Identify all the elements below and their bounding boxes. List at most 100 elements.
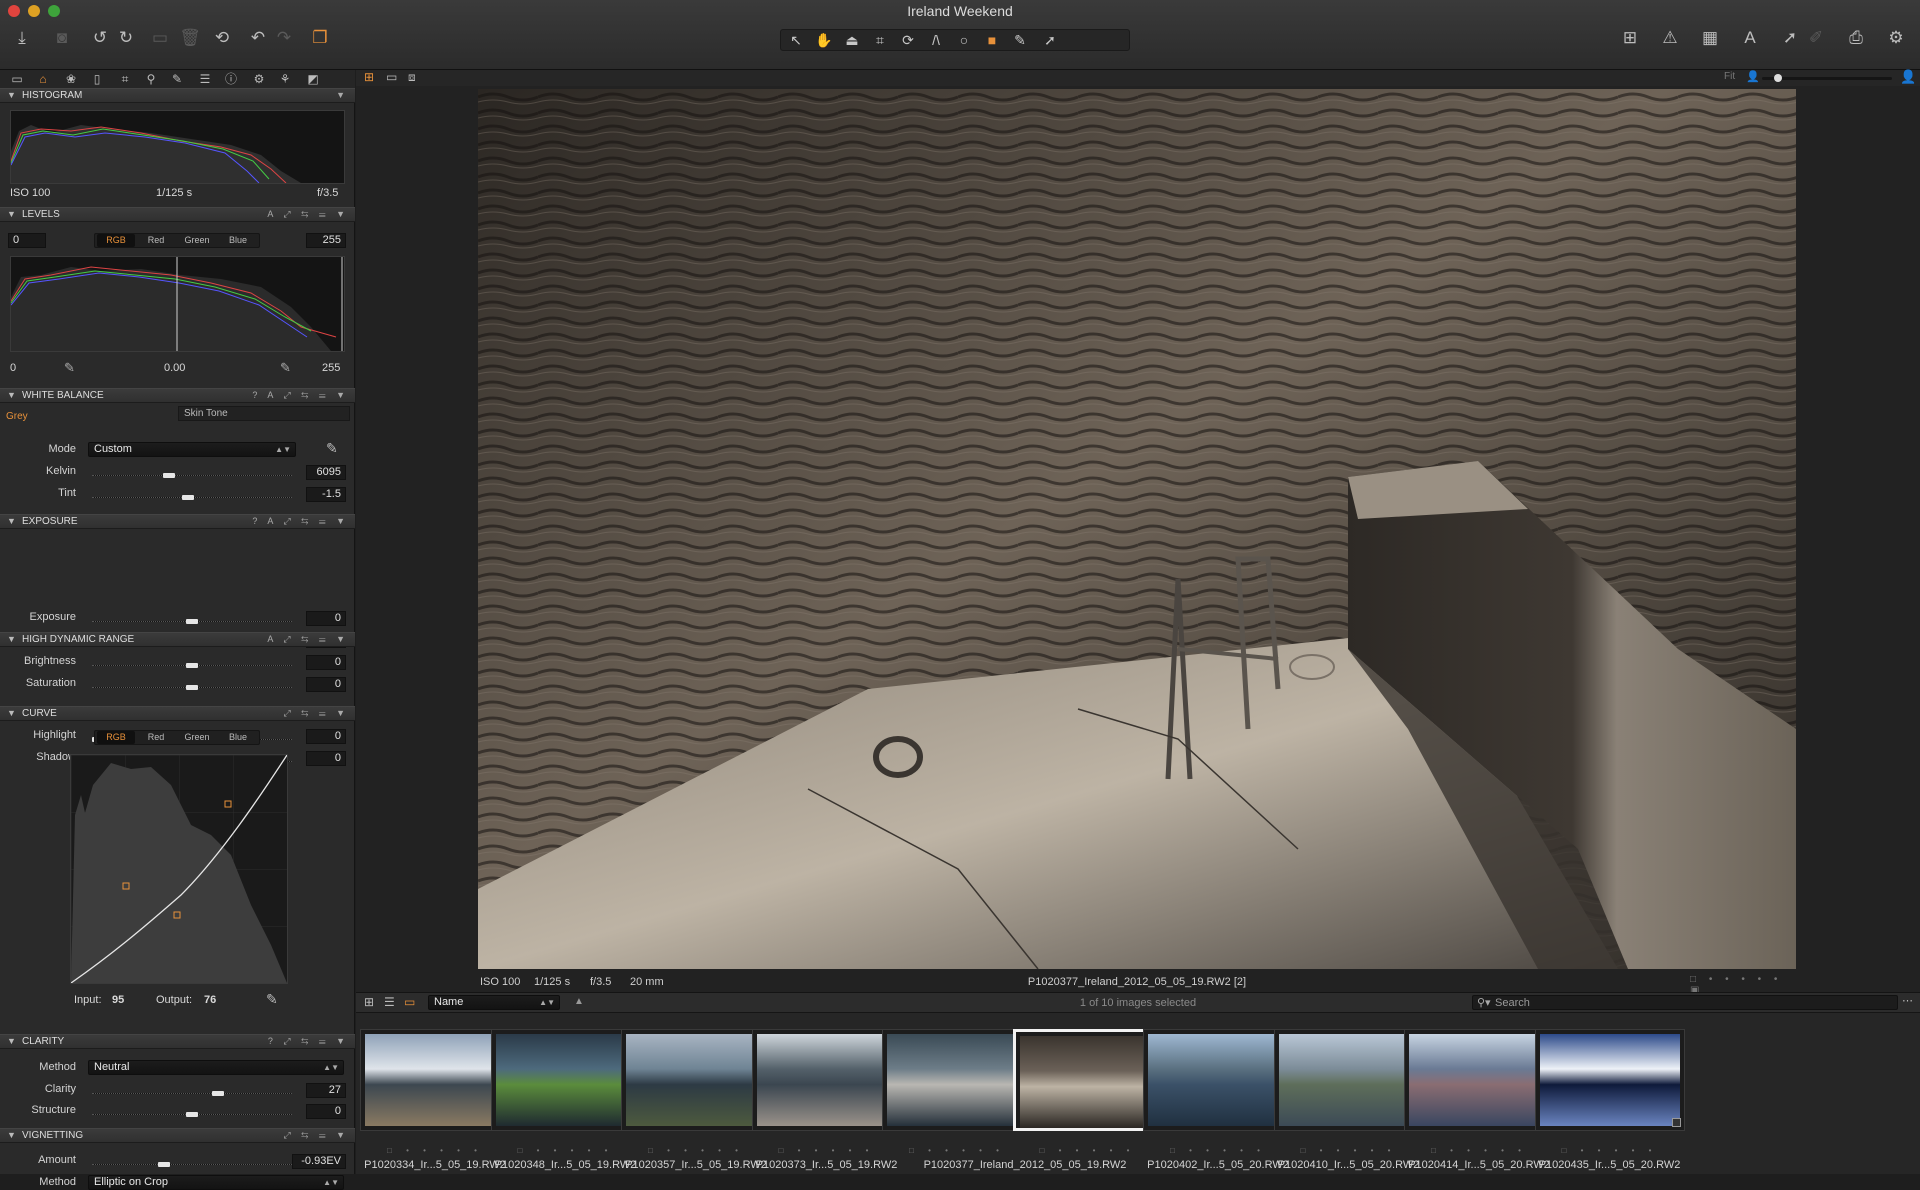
slider-thumb[interactable] bbox=[157, 1162, 170, 1167]
levels-rgb-tab[interactable]: RGB bbox=[97, 234, 135, 247]
curve-red-tab[interactable]: Red bbox=[137, 731, 175, 744]
adjust-tab-icon[interactable]: ✎ bbox=[166, 70, 188, 88]
levels-midpoint[interactable]: 0.00 bbox=[164, 362, 185, 374]
grid-overlay-icon[interactable]: ▦ bbox=[1696, 26, 1724, 50]
grid-view-icon[interactable]: ⊞ bbox=[1616, 26, 1644, 50]
tab-grey[interactable]: Grey bbox=[6, 411, 28, 422]
text-icon[interactable]: A bbox=[1736, 26, 1764, 50]
slider-thumb[interactable] bbox=[186, 685, 198, 690]
levels-output-low[interactable]: 0 bbox=[10, 362, 16, 374]
camera-icon[interactable]: ◙ bbox=[48, 26, 76, 50]
hdr-tools-icon[interactable]: A ⤢ ⇆ ☰ ▼ bbox=[267, 633, 349, 646]
levels-plot[interactable] bbox=[10, 256, 345, 352]
slider-value[interactable]: 0 bbox=[306, 729, 346, 744]
batch-tab-icon[interactable]: ⚘ bbox=[274, 70, 296, 88]
kelvin-value[interactable]: 6095 bbox=[306, 465, 346, 480]
levels-white-picker-icon[interactable]: ✎ bbox=[280, 360, 291, 376]
quick-tab-icon[interactable]: ◩ bbox=[302, 70, 324, 88]
output-tab-icon[interactable]: ⚙ bbox=[248, 70, 270, 88]
thumbnail[interactable] bbox=[1273, 1029, 1424, 1131]
slider-thumb[interactable] bbox=[163, 473, 176, 478]
white-balance-header[interactable]: ▼ WHITE BALANCE ? A ⤢ ⇆ ☰ ▼ bbox=[0, 388, 355, 403]
mode-dropdown[interactable]: Custom ▲▼ bbox=[88, 442, 296, 457]
redo-icon[interactable]: ↷ bbox=[270, 26, 298, 50]
lens-tab-icon[interactable]: ▯ bbox=[86, 70, 108, 88]
clarity-method-dropdown[interactable]: Neutral ▲▼ bbox=[88, 1060, 344, 1075]
curve-output-value[interactable]: 76 bbox=[204, 994, 216, 1006]
focus-tab-icon[interactable]: ⚲ bbox=[140, 70, 162, 88]
levels-blue-tab[interactable]: Blue bbox=[219, 234, 257, 247]
slider-value[interactable]: 0 bbox=[306, 655, 346, 670]
loupe-tool-icon[interactable]: ⏏ bbox=[839, 30, 865, 50]
tab-skin-tone[interactable]: Skin Tone bbox=[184, 408, 228, 419]
curve-blue-tab[interactable]: Blue bbox=[219, 731, 257, 744]
straighten-tool-icon[interactable]: ⟳ bbox=[895, 30, 921, 50]
thumbnail[interactable]: 1 bbox=[882, 1029, 1032, 1131]
annotate-tool-icon[interactable]: ➚ bbox=[1037, 30, 1063, 50]
white-balance-tools-icon[interactable]: ? A ⤢ ⇆ ☰ ▼ bbox=[252, 389, 349, 402]
clarity-tools-icon[interactable]: ? ⤢ ⇆ ☰ ▼ bbox=[268, 1035, 349, 1048]
zoom-slider-thumb[interactable] bbox=[1774, 74, 1782, 82]
thumbnail-rating[interactable]: □ • • • • • bbox=[1530, 1146, 1690, 1155]
variants-icon[interactable]: ❐ bbox=[306, 26, 334, 50]
print-icon[interactable]: ⎙ bbox=[1842, 26, 1870, 50]
exposure-tools-icon[interactable]: ? A ⤢ ⇆ ☰ ▼ bbox=[252, 515, 349, 528]
trash-icon[interactable]: 🗑 bbox=[176, 26, 204, 50]
slider-value[interactable]: 0 bbox=[306, 1104, 346, 1119]
thumbnail[interactable] bbox=[751, 1029, 902, 1131]
clarity-header[interactable]: ▼ CLARITY ? ⤢ ⇆ ☰ ▼ bbox=[0, 1034, 355, 1049]
vignetting-tools-icon[interactable]: ⤢ ⇆ ☰ ▼ bbox=[283, 1129, 349, 1142]
kelvin-slider[interactable] bbox=[92, 475, 292, 476]
slider-thumb[interactable] bbox=[186, 619, 198, 624]
pan-tool-icon[interactable]: ✋ bbox=[811, 30, 837, 50]
import-icon[interactable]: ⤓ bbox=[8, 26, 36, 50]
levels-output-high[interactable]: 255 bbox=[322, 362, 340, 374]
library-tab-icon[interactable]: ▭ bbox=[6, 70, 28, 88]
histogram-header[interactable]: ▼ HISTOGRAM ▼ bbox=[0, 88, 355, 103]
info-tab-icon[interactable]: ⓘ bbox=[220, 70, 242, 88]
pointer-tool-icon[interactable]: ↖ bbox=[783, 30, 809, 50]
curve-tools-icon[interactable]: ⤢ ⇆ ☰ ▼ bbox=[283, 707, 349, 720]
slider-thumb[interactable] bbox=[186, 1112, 198, 1117]
rotate-left-icon[interactable]: ↺ bbox=[86, 26, 114, 50]
levels-input-high[interactable]: 255 bbox=[306, 233, 346, 248]
levels-tools-icon[interactable]: A ⤢ ⇆ ☰ ▼ bbox=[267, 208, 349, 221]
slider-value[interactable]: 0 bbox=[306, 751, 346, 766]
picker-tool-icon[interactable]: ✎ bbox=[1007, 30, 1033, 50]
slider-track[interactable] bbox=[92, 1093, 292, 1094]
thumbnail[interactable] bbox=[621, 1029, 771, 1131]
thumbnail[interactable]: 2 bbox=[1012, 1029, 1163, 1131]
spot-tool-icon[interactable]: ○ bbox=[951, 30, 977, 50]
curve-header[interactable]: ▼ CURVE ⤢ ⇆ ☰ ▼ bbox=[0, 706, 355, 721]
hdr-header[interactable]: ▼ HIGH DYNAMIC RANGE A ⤢ ⇆ ☰ ▼ bbox=[0, 632, 355, 647]
levels-black-picker-icon[interactable]: ✎ bbox=[64, 360, 75, 376]
slider-value[interactable]: 0 bbox=[306, 611, 346, 626]
curve-picker-icon[interactable]: ✎ bbox=[266, 991, 278, 1008]
thumbnail[interactable] bbox=[1404, 1029, 1554, 1131]
reset-icon[interactable]: ⟲ bbox=[208, 26, 236, 50]
vignetting-header[interactable]: ▼ VIGNETTING ⤢ ⇆ ☰ ▼ bbox=[0, 1128, 355, 1143]
exposure-header[interactable]: ▼ EXPOSURE ? A ⤢ ⇆ ☰ ▼ bbox=[0, 514, 355, 529]
metadata-tab-icon[interactable]: ☰ bbox=[194, 70, 216, 88]
slider-thumb[interactable] bbox=[212, 1091, 225, 1096]
curve-green-tab[interactable]: Green bbox=[177, 731, 217, 744]
thumbnail[interactable] bbox=[1143, 1029, 1293, 1131]
warning-icon[interactable]: ⚠ bbox=[1656, 26, 1684, 50]
single-view-icon[interactable]: ▭ bbox=[386, 70, 397, 84]
slider-value[interactable]: 0 bbox=[306, 677, 346, 692]
vignetting-method-dropdown[interactable]: Elliptic on Crop ▲▼ bbox=[88, 1175, 344, 1190]
thumbnail[interactable] bbox=[1534, 1029, 1685, 1131]
color-balance-tab-icon[interactable]: ❀ bbox=[60, 70, 82, 88]
thumbnail[interactable] bbox=[490, 1029, 641, 1131]
curve-rgb-tab[interactable]: RGB bbox=[97, 731, 135, 744]
levels-red-tab[interactable]: Red bbox=[137, 234, 175, 247]
keystone-tool-icon[interactable]: /\ bbox=[923, 30, 949, 50]
crop-tool-icon[interactable]: ⌗ bbox=[867, 30, 893, 50]
multi-view-icon[interactable]: ⊞ bbox=[364, 70, 374, 84]
levels-input-low[interactable]: 0 bbox=[8, 233, 46, 248]
levels-header[interactable]: ▼ LEVELS A ⤢ ⇆ ☰ ▼ bbox=[0, 207, 355, 222]
slider-thumb[interactable] bbox=[186, 663, 198, 668]
vignetting-amount-slider[interactable] bbox=[92, 1164, 292, 1165]
crop-tab-icon[interactable]: ⌗ bbox=[114, 70, 136, 88]
curve-plot[interactable] bbox=[70, 754, 288, 984]
